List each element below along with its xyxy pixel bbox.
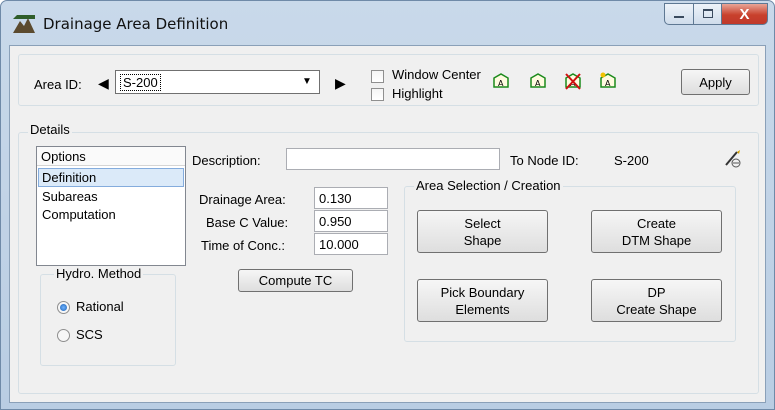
- list-item-computation[interactable]: Computation: [38, 205, 184, 224]
- area-id-value: S-200: [120, 74, 161, 91]
- delete-area-icon[interactable]: A: [563, 72, 583, 92]
- pick-node-icon[interactable]: [722, 148, 744, 170]
- area-id-dropdown[interactable]: S-200 ▼: [115, 70, 320, 94]
- highlight-checkbox[interactable]: [371, 88, 384, 101]
- to-node-label: To Node ID:: [510, 153, 579, 168]
- add-area-icon[interactable]: A: [491, 72, 511, 92]
- title-bar[interactable]: Drainage Area Definition X: [1, 1, 774, 45]
- drainage-area-label: Drainage Area:: [199, 192, 286, 207]
- description-label: Description:: [192, 153, 261, 168]
- maximize-icon: [702, 9, 713, 18]
- rational-label: Rational: [76, 299, 124, 314]
- previous-area-arrow[interactable]: ◀: [98, 75, 109, 92]
- options-list-header: Options: [37, 147, 185, 166]
- compute-tc-button[interactable]: Compute TC: [238, 269, 353, 292]
- next-area-arrow[interactable]: ▶: [335, 75, 346, 92]
- drainage-area-field[interactable]: [314, 187, 388, 209]
- close-icon: X: [739, 5, 750, 23]
- description-field[interactable]: [286, 148, 500, 170]
- window-title: Drainage Area Definition: [43, 15, 229, 33]
- window-center-label: Window Center: [392, 67, 481, 82]
- area-selection-label: Area Selection / Creation: [414, 178, 563, 193]
- window-center-checkbox[interactable]: [371, 70, 384, 83]
- locate-area-icon[interactable]: A: [598, 72, 618, 92]
- list-item-definition[interactable]: Definition: [38, 168, 184, 187]
- app-icon: [13, 15, 35, 33]
- close-button[interactable]: X: [722, 3, 768, 25]
- to-node-value: S-200: [614, 153, 649, 168]
- hydro-method-group: [40, 274, 176, 366]
- highlight-label: Highlight: [392, 86, 443, 101]
- svg-text:A: A: [535, 79, 541, 88]
- minimize-button[interactable]: [664, 3, 694, 25]
- svg-text:A: A: [605, 79, 611, 88]
- details-group-label: Details: [28, 122, 72, 137]
- apply-button[interactable]: Apply: [681, 69, 750, 95]
- pick-boundary-elements-button[interactable]: Pick Boundary Elements: [417, 279, 548, 322]
- scs-radio[interactable]: [57, 329, 70, 342]
- select-shape-button[interactable]: Select Shape: [417, 210, 548, 253]
- toc-field[interactable]: [314, 233, 388, 255]
- dialog-body: Area ID: ◀ S-200 ▼ ▶ Window Center Highl…: [9, 45, 766, 403]
- svg-text:A: A: [498, 79, 504, 88]
- minimize-icon: [674, 16, 684, 18]
- chevron-down-icon: ▼: [302, 76, 312, 87]
- options-list: Options Definition Subareas Computation: [36, 146, 186, 266]
- toc-label: Time of Conc.:: [201, 238, 286, 253]
- rational-radio[interactable]: [57, 301, 70, 314]
- create-dtm-shape-button[interactable]: Create DTM Shape: [591, 210, 722, 253]
- list-item-subareas[interactable]: Subareas: [38, 187, 184, 206]
- scs-label: SCS: [76, 327, 103, 342]
- dp-create-shape-button[interactable]: DP Create Shape: [591, 279, 722, 322]
- base-c-label: Base C Value:: [206, 215, 289, 230]
- hydro-method-label: Hydro. Method: [54, 266, 144, 281]
- base-c-field[interactable]: [314, 210, 388, 232]
- edit-area-icon[interactable]: A: [528, 72, 548, 92]
- maximize-button[interactable]: [694, 3, 722, 25]
- area-id-label: Area ID:: [34, 77, 82, 92]
- dialog-window: Drainage Area Definition X Area ID: ◀ S-…: [0, 0, 775, 410]
